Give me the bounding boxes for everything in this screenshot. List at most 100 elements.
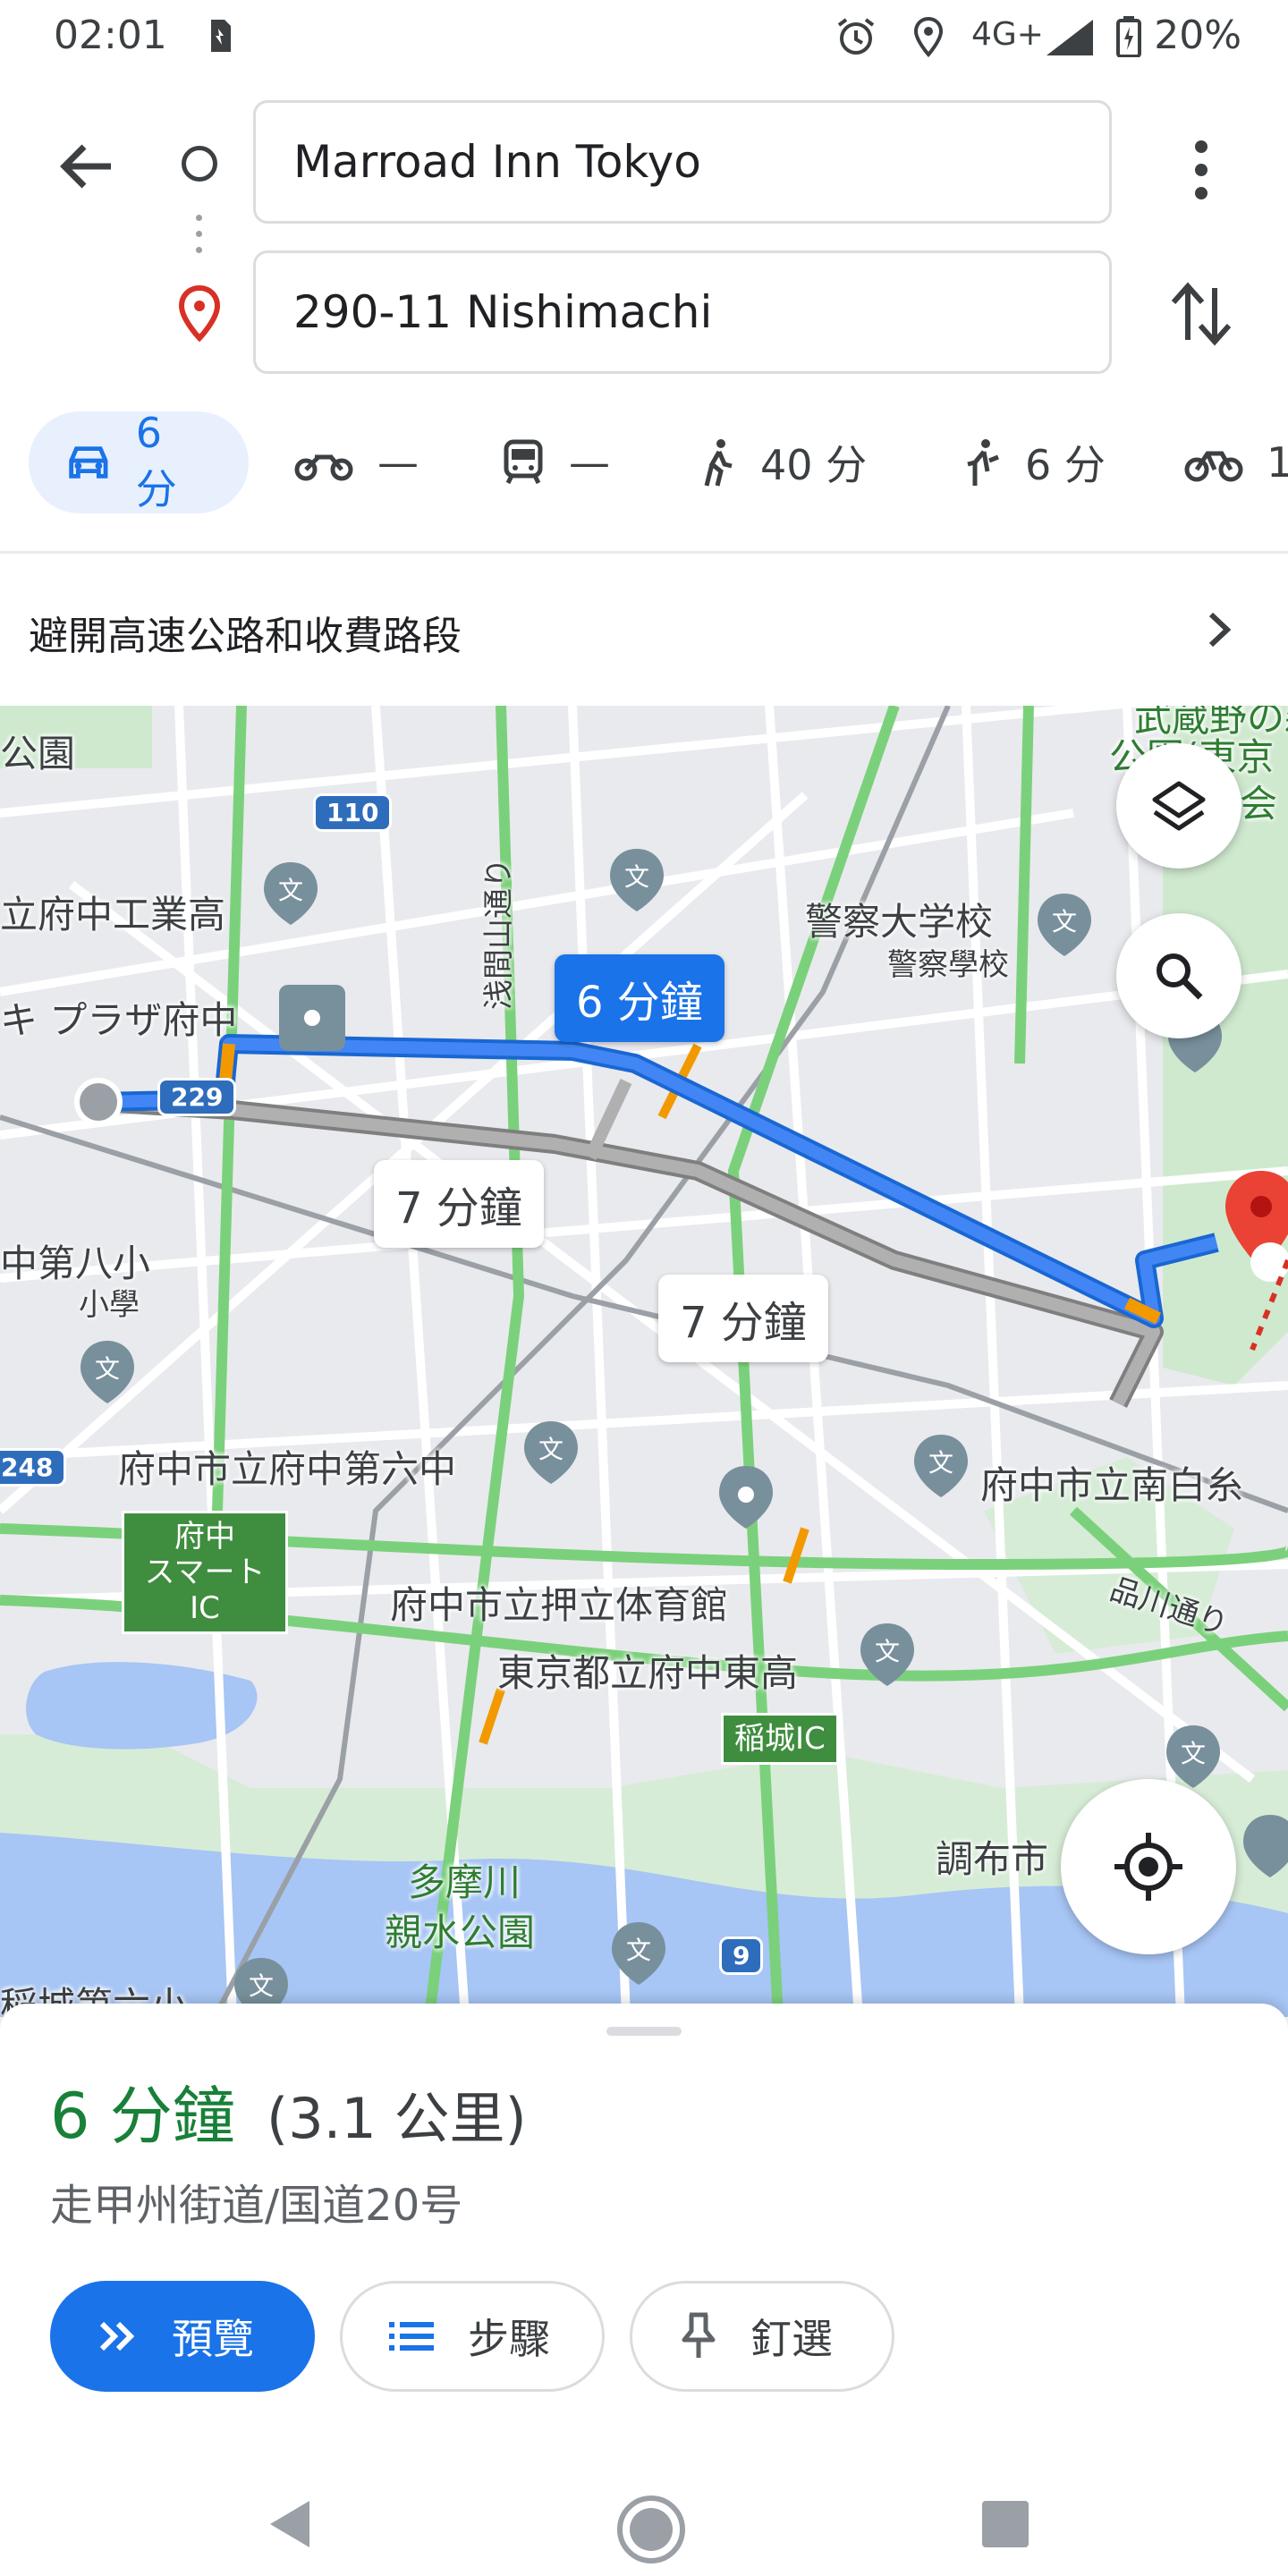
system-nav-bar [0,2469,1288,2576]
ic-badge-fuchu: 府中 スマートIC [122,1511,288,1634]
status-time: 02:01 [54,13,167,58]
ic-badge-fuchu-line-2: スマートIC [144,1555,266,1626]
my-location-button[interactable] [1061,1779,1236,1954]
route-distance: (3.1 公里) [267,2086,527,2151]
search-along-route-button[interactable] [1116,913,1241,1038]
nav-recents-icon[interactable] [980,2499,1030,2549]
route-duration: 6 分鐘 [50,2080,235,2153]
location-icon [911,16,946,61]
ic-badge-inagi: 稲城IC [721,1713,839,1765]
list-icon [389,2322,434,2351]
layers-icon [1152,781,1206,831]
layers-button[interactable] [1116,743,1241,869]
mode-tab-bike[interactable]: 12 [1184,411,1288,513]
pin-icon [682,2312,716,2358]
preview-button-label: 預覽 [172,2315,254,2363]
status-bar: 02:01 4G+ 20% [0,0,1288,80]
mode-rideshare-time: 6 分 [1025,441,1106,489]
more-vert-icon [1195,140,1208,199]
mode-drive-time: 6 分 [135,409,177,513]
rideshare-icon [967,439,999,486]
double-chevron-right-icon [99,2321,135,2351]
swap-button[interactable] [1163,275,1240,352]
route-options-label: 避開高速公路和收費路段 [29,614,462,659]
route-time-best[interactable]: 6 分鐘 [555,954,724,1042]
map-label-park-ne-3: 会 [1240,782,1278,826]
sim-icon [208,16,234,59]
route-dots-icon [196,215,203,268]
battery-charging-icon [1116,16,1141,61]
map-label-school-2b: 小學 [79,1287,140,1323]
mode-tab-walk[interactable]: 40 分 [698,411,867,513]
back-button[interactable] [52,131,123,202]
mode-walk-time: 40 分 [760,441,868,489]
route-via: 走甲州街道/国道20号 [50,2181,463,2231]
alarm-icon [835,16,877,61]
svg-text:文: 文 [875,1637,900,1666]
map-view[interactable]: 文文文 文文文 文文文 文 公園 武蔵野の森 公園(東京 会 立府中工業高 キ … [0,706,1288,2017]
walk-icon [704,439,733,487]
mode-tab-motorcycle[interactable]: — [293,411,419,513]
battery-percent: 20% [1154,13,1241,58]
more-options-button[interactable] [1172,134,1231,206]
map-label-gym: 府中市立押立体育館 [390,1583,729,1627]
map-label-river-park-2: 親水公園 [385,1911,536,1954]
svg-text:文: 文 [278,876,303,905]
map-label-school-4: 府中市立南白糸 [980,1463,1244,1507]
svg-text:文: 文 [624,862,649,892]
origin-circle-icon [182,146,217,182]
map-label-park-nw: 公園 [0,732,76,775]
map-label-school-1: 立府中工業高 [0,893,226,936]
route-summary-sheet: 6 分鐘 (3.1 公里) 走甲州街道/国道20号 預覽 步驟 釘選 [0,2004,1288,2469]
nav-back-icon[interactable] [265,2497,315,2551]
map-label-plaza: キ プラザ府中 [0,998,238,1042]
svg-text:文: 文 [538,1435,564,1464]
svg-text:文: 文 [1181,1739,1206,1768]
svg-text:文: 文 [928,1448,953,1478]
map-label-police-1: 警察大学校 [805,900,994,944]
route-time-alt-2[interactable]: 7 分鐘 [658,1275,828,1362]
signal-icon [1043,16,1097,61]
route-shield-110: 110 [313,793,393,832]
map-label-street-1: 浅間山通り [481,858,517,1010]
transit-icon [504,439,543,485]
destination-pin-icon [175,284,224,345]
destination-field[interactable]: 290-11 Nishimachi [253,250,1112,374]
mode-motorcycle-time: — [377,438,419,487]
map-label-river-park-1: 多摩川 [408,1860,521,1904]
nav-home-icon[interactable] [615,2494,687,2565]
car-icon [69,446,108,479]
pin-button[interactable]: 釘選 [630,2281,894,2392]
mode-tab-drive[interactable]: 6 分 [29,409,249,513]
map-label-chofu: 調布市 [936,1837,1049,1881]
route-shield-248: 248 [0,1448,67,1487]
route-options-row[interactable]: 避開高速公路和收費路段 [0,554,1288,706]
svg-text:文: 文 [626,1936,651,1965]
map-label-school-3: 府中市立府中第六中 [118,1447,457,1491]
route-shield-9: 9 [719,1936,764,1975]
mode-bike-time: 12 [1267,438,1288,487]
svg-text:文: 文 [1052,907,1077,936]
travel-mode-tabs: 6 分 — — 40 分 6 分 12 [0,409,1288,517]
map-label-police-2: 警察學校 [887,947,1009,983]
mode-tab-transit[interactable]: — [501,411,610,513]
network-type: 4G+ [971,16,1044,53]
svg-text:文: 文 [249,1971,274,2001]
directions-header: Marroad Inn Tokyo 290-11 Nishimachi [0,80,1288,385]
sheet-drag-handle[interactable] [606,2027,682,2036]
route-time-alt-1[interactable]: 7 分鐘 [374,1160,544,1248]
steps-button-label: 步驟 [468,2315,550,2363]
swap-vert-icon [1171,282,1232,346]
motorcycle-icon [294,454,353,481]
my-location-icon [1114,1833,1182,1901]
mode-tab-rideshare[interactable]: 6 分 [959,411,1106,513]
svg-text:文: 文 [95,1354,120,1384]
ic-badge-fuchu-line-1: 府中 [174,1519,235,1555]
origin-field[interactable]: Marroad Inn Tokyo [253,100,1112,224]
map-label-school-5: 東京都立府中東高 [497,1651,799,1695]
route-shield-229: 229 [157,1078,237,1116]
preview-button[interactable]: 預覽 [50,2281,315,2392]
steps-button[interactable]: 步驟 [340,2281,605,2392]
bike-icon [1184,451,1243,482]
chevron-right-icon [1208,612,1232,648]
